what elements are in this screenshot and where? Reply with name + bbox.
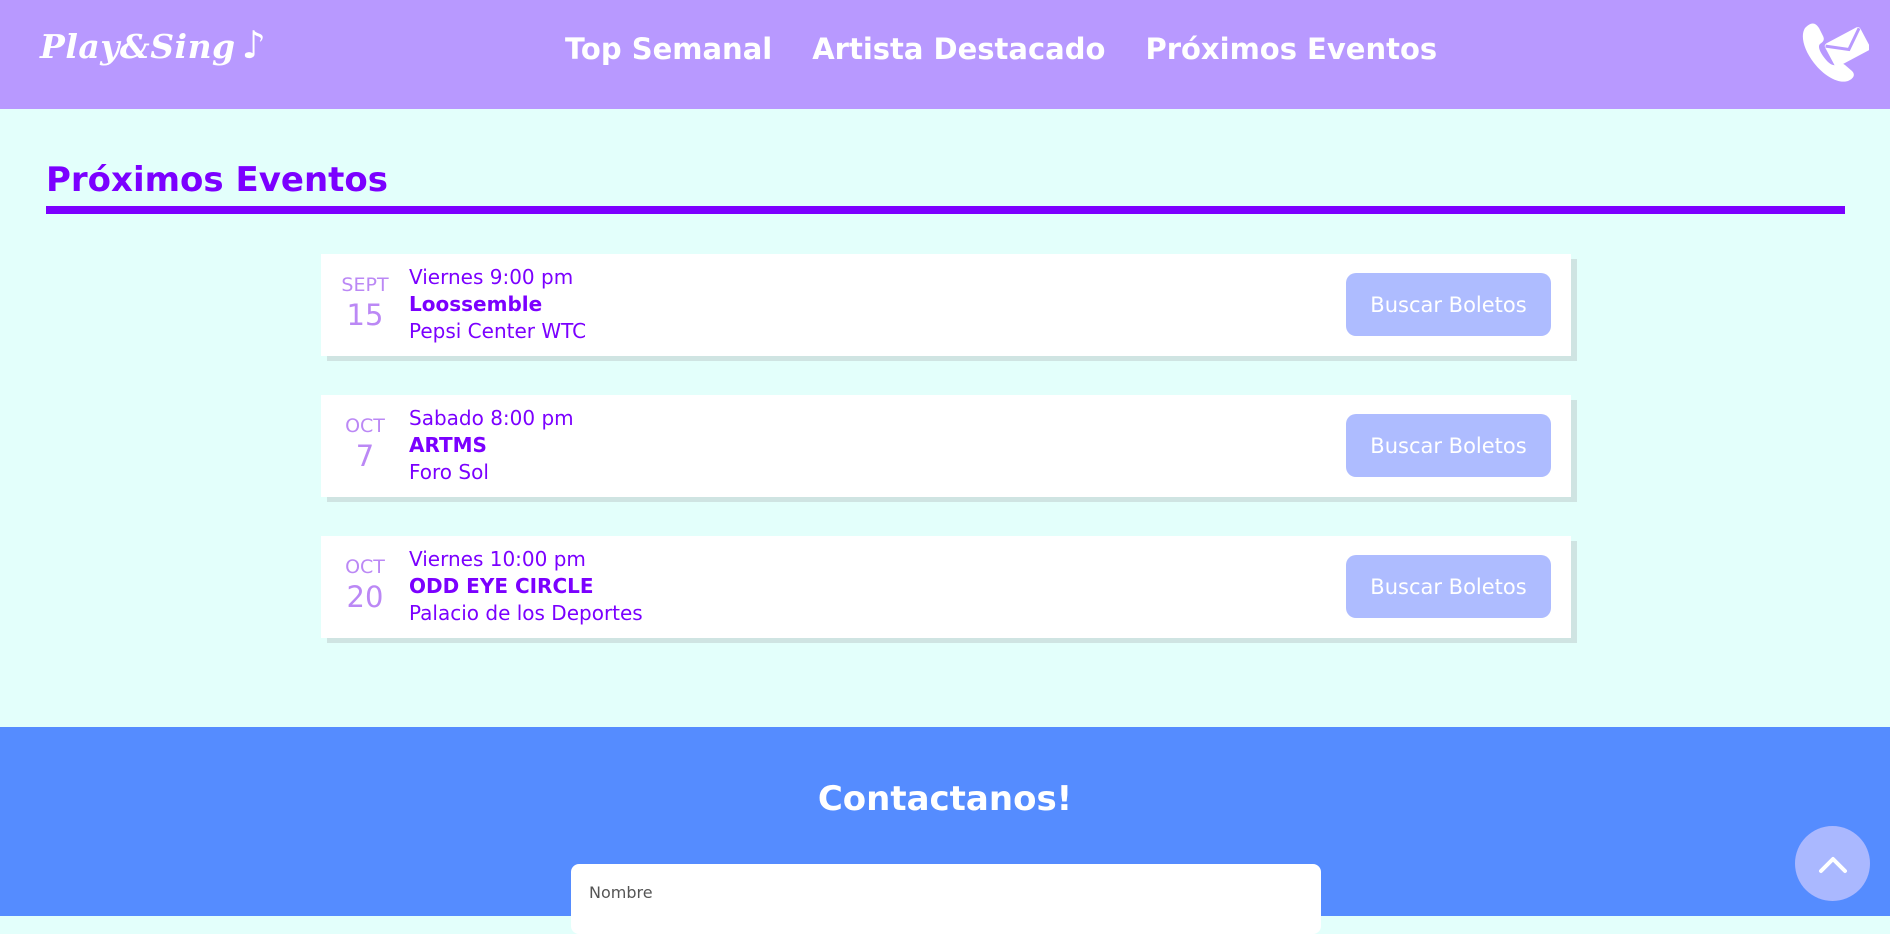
event-time: Viernes 9:00 pm <box>409 265 574 289</box>
phone-mail-icon[interactable] <box>1801 20 1869 82</box>
nav-link-artista-destacado[interactable]: Artista Destacado <box>812 32 1105 66</box>
buscar-boletos-button[interactable]: Buscar Boletos <box>1346 273 1551 336</box>
logo[interactable]: Play&Sing ♪ <box>40 22 266 67</box>
event-artist: ODD EYE CIRCLE <box>409 574 594 598</box>
event-venue: Palacio de los Deportes <box>409 601 643 625</box>
event-artist: Loossemble <box>409 292 543 316</box>
buscar-boletos-button[interactable]: Buscar Boletos <box>1346 414 1551 477</box>
event-time: Viernes 10:00 pm <box>409 547 586 571</box>
event-day: 15 <box>346 298 384 332</box>
event-day: 20 <box>346 580 384 614</box>
contact-section: Contactanos! <box>0 727 1890 934</box>
event-artist: ARTMS <box>409 433 487 457</box>
site-header: Play&Sing ♪ Top Semanal Artista Destacado… <box>0 0 1890 109</box>
section-title: Próximos Eventos <box>46 160 388 200</box>
event-date: OCT 20 <box>321 536 409 638</box>
event-venue: Foro Sol <box>409 460 489 484</box>
nav-link-top-semanal[interactable]: Top Semanal <box>565 32 772 66</box>
logo-text: Play&Sing <box>40 27 236 66</box>
name-input[interactable] <box>571 864 1321 934</box>
event-time: Sabado 8:00 pm <box>409 406 574 430</box>
scroll-to-top-button[interactable] <box>1795 826 1870 901</box>
contact-title: Contactanos! <box>817 779 1073 819</box>
event-month: OCT <box>345 556 385 578</box>
event-date: OCT 7 <box>321 395 409 497</box>
event-date: SEPT 15 <box>321 254 409 356</box>
event-card: OCT 7 Sabado 8:00 pm ARTMS Foro Sol Busc… <box>321 395 1571 497</box>
music-note-icon: ♪ <box>241 22 267 67</box>
event-month: OCT <box>345 415 385 437</box>
nav-link-proximos-eventos[interactable]: Próximos Eventos <box>1145 32 1437 66</box>
event-info: Viernes 10:00 pm ODD EYE CIRCLE Palacio … <box>409 546 643 627</box>
event-venue: Pepsi Center WTC <box>409 319 587 343</box>
chevron-up-icon <box>1818 856 1847 873</box>
main-nav: Top Semanal Artista Destacado Próximos E… <box>565 32 1437 66</box>
buscar-boletos-button[interactable]: Buscar Boletos <box>1346 555 1551 618</box>
title-underline <box>46 206 1845 214</box>
event-card: SEPT 15 Viernes 9:00 pm Loossemble Pepsi… <box>321 254 1571 356</box>
event-card: OCT 20 Viernes 10:00 pm ODD EYE CIRCLE P… <box>321 536 1571 638</box>
event-day: 7 <box>355 439 375 473</box>
event-month: SEPT <box>341 274 389 296</box>
event-info: Viernes 9:00 pm Loossemble Pepsi Center … <box>409 264 586 345</box>
event-info: Sabado 8:00 pm ARTMS Foro Sol <box>409 405 574 486</box>
